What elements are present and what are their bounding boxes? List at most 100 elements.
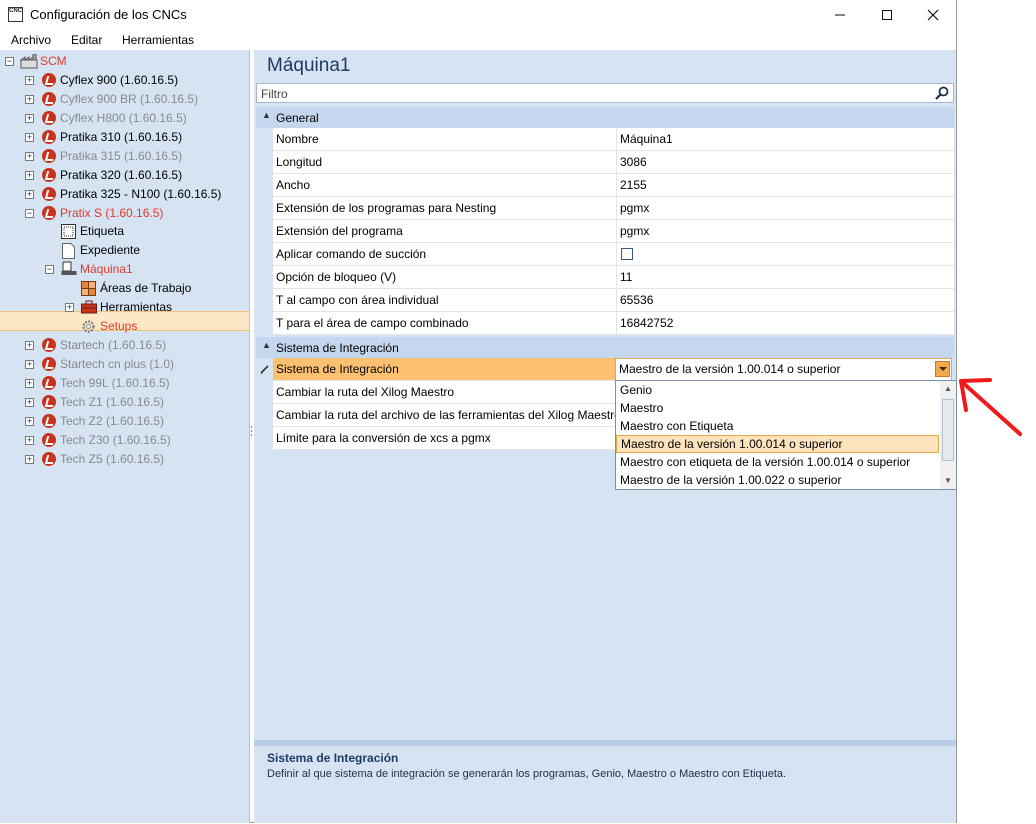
combo-dropdown-button[interactable] [935,361,950,377]
property-value[interactable]: 16842752 [617,312,954,335]
tree-expander[interactable]: + [25,417,34,426]
tree-item-machine[interactable]: Pratika 310 (1.60.16.5) [60,128,182,147]
scroll-down-icon[interactable]: ▼ [940,473,956,489]
tree-item-machine[interactable]: Pratika 325 - N100 (1.60.16.5) [60,185,221,204]
dropdown-option[interactable]: Maestro de la versión 1.00.022 o superio… [616,471,939,489]
tree-item-maquina1[interactable]: Máquina1 [80,260,133,279]
tree-item-expediente[interactable]: Expediente [80,241,140,260]
tree-item-machine[interactable]: Tech Z2 (1.60.16.5) [60,412,164,431]
property-value[interactable] [617,243,954,266]
property-row[interactable]: T al campo con área individual 65536 [256,289,954,312]
property-row[interactable]: Sistema de Integración [256,358,617,381]
row-margin [256,220,273,243]
category-integration[interactable]: ▲ Sistema de Integración [256,337,954,358]
property-value[interactable]: 11 [617,266,954,289]
row-margin [256,289,273,312]
succion-checkbox[interactable] [621,248,633,260]
tree-expander[interactable]: + [25,436,34,445]
tree-item-machine[interactable]: Cyflex 900 (1.60.16.5) [60,71,178,90]
tree-item-areas-trabajo[interactable]: Áreas de Trabajo [100,279,191,298]
tree-item-etiqueta[interactable]: Etiqueta [80,222,124,241]
integration-system-combo[interactable]: Maestro de la versión 1.00.014 o superio… [615,358,952,381]
dropdown-option[interactable]: Maestro con Etiqueta [616,417,939,435]
tree-root-scm[interactable]: SCM [40,52,67,71]
tree-collapse-root[interactable]: − [5,57,14,66]
tree-expander[interactable]: + [25,341,34,350]
tree-item-machine[interactable]: Pratix S (1.60.16.5) [60,204,163,223]
property-row[interactable]: T para el área de campo combinado 1684275… [256,312,954,335]
tree-expander[interactable]: + [25,114,34,123]
property-value[interactable]: pgmx [617,197,954,220]
cnc-machine-icon [42,452,56,466]
category-integration-label: Sistema de Integración [276,341,399,355]
tree-expander[interactable]: + [25,360,34,369]
category-general[interactable]: ▲ General [256,107,954,128]
property-value[interactable]: 3086 [617,151,954,174]
tree-item-machine[interactable]: Tech Z30 (1.60.16.5) [60,431,171,450]
property-value[interactable]: Máquina1 [617,128,954,151]
property-name: Ancho [273,174,617,197]
tree-collapse-maquina[interactable]: − [45,265,54,274]
property-value[interactable]: 65536 [617,289,954,312]
cnc-machine-icon [42,149,56,163]
search-icon[interactable] [935,86,949,100]
tree-expander[interactable]: + [25,379,34,388]
row-margin [256,128,273,151]
property-row[interactable]: Extensión de los programas para Nesting p… [256,197,954,220]
tree-expand-herramientas[interactable]: + [65,303,74,312]
tree-expander[interactable]: + [25,190,34,199]
property-row[interactable]: Extensión del programa pgmx [256,220,954,243]
filter-input[interactable] [259,85,933,103]
menu-editar[interactable]: Editar [71,33,102,47]
gear-icon [82,320,95,333]
splitter-grip[interactable] [250,425,253,437]
tree-item-machine[interactable]: Pratika 320 (1.60.16.5) [60,166,182,185]
menu-archivo[interactable]: Archivo [11,33,51,47]
menu-bar: Archivo Editar Herramientas [0,30,956,50]
dropdown-option[interactable]: Maestro [616,399,939,417]
dropdown-option[interactable]: Maestro con etiqueta de la versión 1.00.… [616,453,939,471]
tree-expander[interactable]: + [25,455,34,464]
tree-item-herramientas[interactable]: Herramientas [100,298,172,317]
property-row[interactable]: Opción de bloqueo (V) 11 [256,266,954,289]
property-row[interactable]: Nombre Máquina1 [256,128,954,151]
minimize-button[interactable] [817,0,863,30]
row-margin [256,427,273,450]
tree-expander[interactable]: + [25,152,34,161]
tree-expander[interactable]: − [25,209,34,218]
maximize-button[interactable] [864,0,910,30]
property-row[interactable]: Aplicar comando de succión [256,243,954,266]
tree-item-machine[interactable]: Cyflex 900 BR (1.60.16.5) [60,90,198,109]
property-value[interactable]: pgmx [617,220,954,243]
row-margin [256,266,273,289]
description-title: Sistema de Integración [267,751,399,765]
tree-expander[interactable]: + [25,398,34,407]
close-button[interactable] [910,0,956,30]
menu-herramientas[interactable]: Herramientas [122,33,194,47]
tree-expander[interactable]: + [25,95,34,104]
property-row[interactable]: Límite para la conversión de xcs a pgmx [256,427,617,450]
dropdown-option[interactable]: Maestro de la versión 1.00.014 o superio… [616,435,939,453]
tree-expander[interactable]: + [25,171,34,180]
tree-item-setups[interactable]: Setups [100,317,137,336]
description-body: Definir al que sistema de integración se… [267,768,787,780]
minimize-icon [835,14,845,16]
property-value[interactable]: 2155 [617,174,954,197]
property-row[interactable]: Cambiar la ruta del archivo de las ferra… [256,404,617,427]
tree-item-machine[interactable]: Startech cn plus (1.0) [60,355,174,374]
tree-item-machine[interactable]: Tech Z5 (1.60.16.5) [60,450,164,469]
tree-item-machine[interactable]: Startech (1.60.16.5) [60,336,166,355]
row-margin [256,197,273,220]
tree-item-machine[interactable]: Tech Z1 (1.60.16.5) [60,393,164,412]
property-name: Opción de bloqueo (V) [273,266,617,289]
tree-expander[interactable]: + [25,76,34,85]
property-row[interactable]: Ancho 2155 [256,174,954,197]
dropdown-option[interactable]: Genio [616,381,939,399]
tree-item-machine[interactable]: Pratika 315 (1.60.16.5) [60,147,182,166]
panel-title: Máquina1 [267,55,351,76]
tree-expander[interactable]: + [25,133,34,142]
tree-item-machine[interactable]: Tech 99L (1.60.16.5) [60,374,170,393]
property-row[interactable]: Cambiar la ruta del Xilog Maestro [256,381,617,404]
tree-item-machine[interactable]: Cyflex H800 (1.60.16.5) [60,109,187,128]
property-row[interactable]: Longitud 3086 [256,151,954,174]
